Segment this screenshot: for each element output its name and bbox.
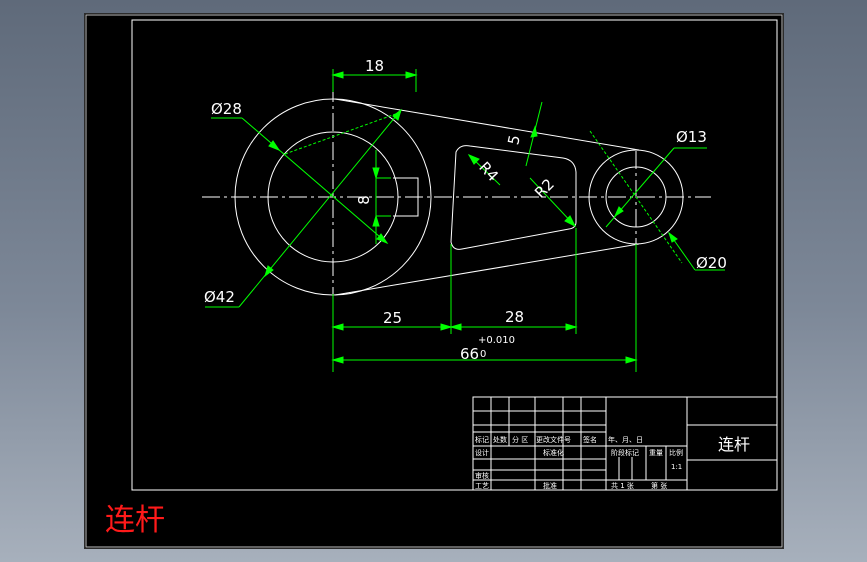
tb-label-count: 处数 (493, 435, 507, 444)
upper-tangent-line (334, 98, 640, 151)
tb-sheet-number: 第 张 (651, 481, 667, 490)
cad-drawing: 18 Ø28 Ø42 Ø13 Ø20 25 28 66 +0.010 0 8 5… (85, 14, 783, 548)
dim-tol-lower: 0 (480, 349, 486, 360)
dim-28: 28 (505, 308, 524, 326)
tb-total-sheets: 共 1 张 (611, 481, 634, 490)
drawing-caption: 连杆 (105, 503, 165, 538)
tb-label-approve: 批准 (543, 481, 557, 490)
tb-label-design: 设计 (475, 448, 489, 457)
tb-label-mark: 标记 (475, 435, 489, 444)
dim-25: 25 (383, 309, 402, 327)
tb-label-zone: 分 区 (512, 435, 528, 444)
dim-r4: R4 (475, 158, 502, 185)
tb-label-weight: 重量 (649, 449, 663, 457)
tb-label-stage: 阶段标记 (611, 448, 639, 457)
tb-label-standardize: 标准化 (543, 448, 564, 457)
dim-66: 66 (460, 345, 479, 363)
tb-label-signature: 签名 (583, 435, 597, 444)
tb-label-ratio: 比例 (669, 448, 683, 457)
tb-label-review: 审核 (475, 471, 489, 480)
dim-d13: Ø13 (676, 128, 707, 146)
dim-slot-5: 5 (504, 133, 524, 146)
dim-key-8: 8 (355, 195, 373, 205)
lower-tangent-line (334, 243, 640, 296)
tb-label-change-doc: 更改文件号 (536, 435, 571, 444)
tb-scale-value: 1:1 (671, 463, 682, 471)
tb-part-name: 连杆 (718, 435, 750, 454)
dim-d20: Ø20 (696, 254, 727, 272)
dim-18: 18 (365, 57, 384, 75)
dim-r2: R2 (531, 175, 558, 202)
dim-d42: Ø42 (204, 288, 235, 306)
inner-border (131, 19, 778, 491)
dim-tol-upper: +0.010 (478, 335, 515, 346)
dim-d28: Ø28 (211, 100, 242, 118)
tb-label-date: 年、月、日 (608, 435, 643, 444)
tb-label-process: 工艺 (475, 482, 489, 490)
drawing-sheet: 18 Ø28 Ø42 Ø13 Ø20 25 28 66 +0.010 0 8 5… (85, 14, 783, 548)
